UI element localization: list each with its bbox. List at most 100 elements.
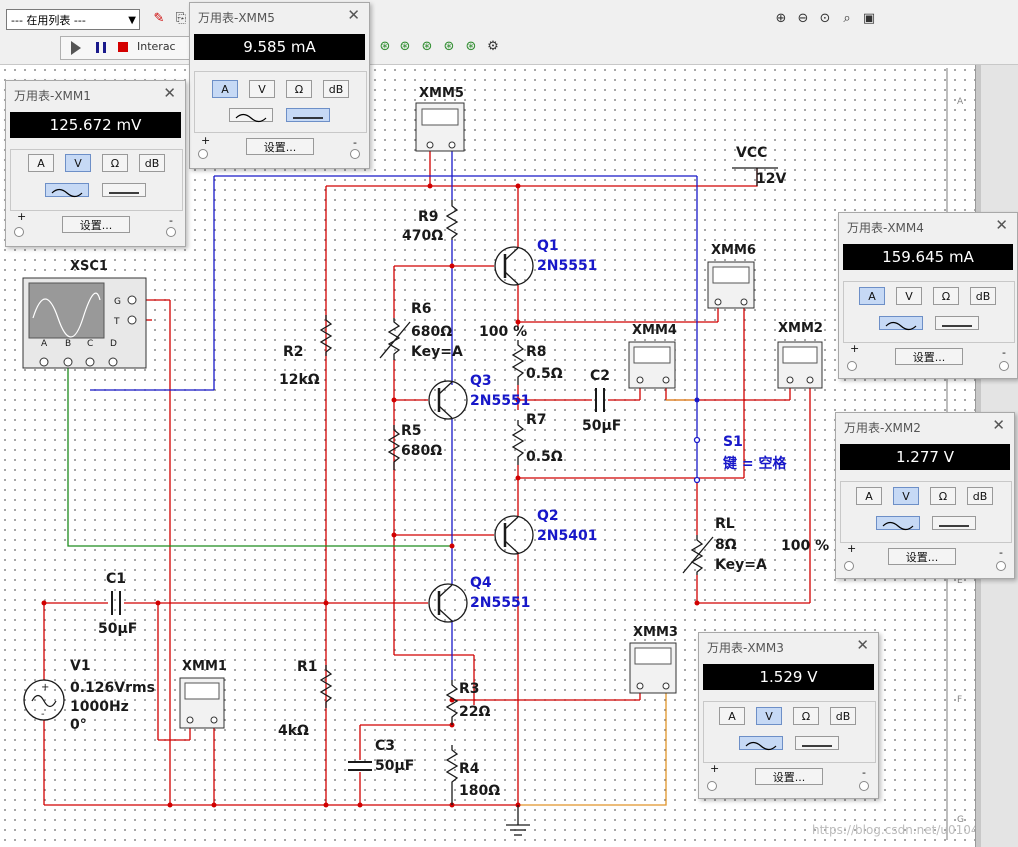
- dc-mode-button[interactable]: [286, 108, 330, 122]
- mode-ammeter-button[interactable]: A: [719, 707, 745, 725]
- meter-window-xmm5[interactable]: 万用表-XMM5 ✕ 9.585 mA A V Ω dB + - 设置...: [189, 2, 370, 169]
- dc-mode-button[interactable]: [102, 183, 146, 197]
- sine-wave-icon: [882, 521, 914, 531]
- sine-wave-icon: [745, 741, 777, 751]
- mode-db-button[interactable]: dB: [967, 487, 993, 505]
- mode-ohmmeter-button[interactable]: Ω: [930, 487, 956, 505]
- mode-db-button[interactable]: dB: [139, 154, 165, 172]
- mode-ohmmeter-button[interactable]: Ω: [102, 154, 128, 172]
- mode-ohmmeter-button[interactable]: Ω: [793, 707, 819, 725]
- transistor-q2-body: [494, 515, 534, 555]
- plus-terminal-label: +: [201, 134, 211, 147]
- transistor-q2: [494, 515, 534, 555]
- junction: [41, 600, 47, 606]
- xmm3-symbol[interactable]: [629, 642, 677, 694]
- plus-terminal[interactable]: [198, 149, 208, 159]
- mode-voltmeter-button[interactable]: V: [893, 487, 919, 505]
- mode-ammeter-button[interactable]: A: [859, 287, 885, 305]
- label-v1-amplitude: 0.126Vrms: [70, 680, 155, 696]
- dc-mode-button[interactable]: [932, 516, 976, 530]
- minus-terminal[interactable]: [859, 781, 869, 791]
- close-icon[interactable]: ✕: [995, 216, 1008, 234]
- minus-terminal[interactable]: [999, 361, 1009, 371]
- junction: [211, 802, 217, 808]
- scope-terminal-d: D: [110, 339, 117, 349]
- settings-button[interactable]: 设置...: [888, 548, 956, 565]
- plus-terminal[interactable]: [844, 561, 854, 571]
- meter-window-title: 万用表-XMM2: [844, 421, 921, 435]
- minus-terminal[interactable]: [996, 561, 1006, 571]
- ac-mode-button[interactable]: [879, 316, 923, 331]
- meter-window-xmm1[interactable]: 万用表-XMM1 ✕ 125.672 mV A V Ω dB + - 设置...: [5, 80, 186, 247]
- xmm5-symbol[interactable]: [415, 102, 465, 152]
- meter-window-title: 万用表-XMM1: [14, 89, 91, 103]
- label-r5: R5: [401, 423, 422, 439]
- label-r9-value: 470Ω: [402, 228, 443, 244]
- ac-mode-button[interactable]: [876, 516, 920, 531]
- mode-voltmeter-button[interactable]: V: [756, 707, 782, 725]
- settings-button[interactable]: 设置...: [755, 768, 823, 785]
- junctions: [41, 183, 700, 808]
- sheet-margin-a: A: [957, 97, 964, 107]
- settings-button[interactable]: 设置...: [62, 216, 130, 233]
- label-q4-type: 2N5551: [470, 595, 530, 611]
- mode-voltmeter-button[interactable]: V: [249, 80, 275, 98]
- label-q1-type: 2N5551: [537, 258, 597, 274]
- mode-ohmmeter-button[interactable]: Ω: [933, 287, 959, 305]
- close-icon[interactable]: ✕: [856, 636, 869, 654]
- ac-source-v1: + -: [23, 679, 65, 721]
- meter-window-xmm3[interactable]: 万用表-XMM3 ✕ 1.529 V A V Ω dB + - 设置...: [698, 632, 879, 799]
- scope-terminal-c: C: [87, 339, 93, 349]
- oscilloscope-xsc1-symbol[interactable]: [22, 277, 147, 369]
- meter-window-title: 万用表-XMM3: [707, 641, 784, 655]
- mode-ohmmeter-button[interactable]: Ω: [286, 80, 312, 98]
- plus-terminal-label: +: [850, 342, 860, 355]
- label-r1-value: 4kΩ: [278, 723, 309, 739]
- plus-terminal[interactable]: [847, 361, 857, 371]
- minus-terminal[interactable]: [350, 149, 360, 159]
- mode-voltmeter-button[interactable]: V: [896, 287, 922, 305]
- dc-mode-button[interactable]: [935, 316, 979, 330]
- xmm4-symbol[interactable]: [628, 341, 676, 389]
- resistor-r6: [387, 318, 401, 360]
- scope-terminal-a: A: [41, 339, 48, 349]
- meter-window-xmm4[interactable]: 万用表-XMM4 ✕ 159.645 mA A V Ω dB + - 设置...: [838, 212, 1018, 379]
- close-icon[interactable]: ✕: [347, 6, 360, 24]
- mode-voltmeter-button[interactable]: V: [65, 154, 91, 172]
- ac-mode-button[interactable]: [739, 736, 783, 751]
- mode-db-button[interactable]: dB: [970, 287, 996, 305]
- label-xmm4: XMM4: [632, 323, 677, 338]
- xmm2-symbol[interactable]: [777, 341, 823, 389]
- mode-ammeter-button[interactable]: A: [212, 80, 238, 98]
- junction: [515, 183, 521, 189]
- minus-terminal-label: -: [353, 136, 357, 149]
- dc-mode-button[interactable]: [795, 736, 839, 750]
- ac-mode-button[interactable]: [229, 108, 273, 123]
- plus-terminal[interactable]: [14, 227, 24, 237]
- label-s1-key: 键 = 空格: [722, 455, 787, 472]
- label-r3-value: 22Ω: [459, 704, 490, 720]
- settings-button[interactable]: 设置...: [246, 138, 314, 155]
- resistor-r9: [445, 200, 459, 240]
- label-v1-frequency: 1000Hz: [70, 699, 129, 715]
- plus-terminal[interactable]: [707, 781, 717, 791]
- mode-ammeter-button[interactable]: A: [856, 487, 882, 505]
- transistor-q3-collector: [438, 381, 453, 395]
- mode-db-button[interactable]: dB: [323, 80, 349, 98]
- transistor-q3: [428, 380, 468, 420]
- resistor-r8: [511, 340, 525, 385]
- ac-mode-button[interactable]: [45, 183, 89, 198]
- close-icon[interactable]: ✕: [992, 416, 1005, 434]
- xmm6-symbol[interactable]: [707, 261, 755, 309]
- settings-button[interactable]: 设置...: [895, 348, 963, 365]
- mode-ammeter-button[interactable]: A: [28, 154, 54, 172]
- label-r2-value: 12kΩ: [279, 372, 320, 388]
- close-icon[interactable]: ✕: [163, 84, 176, 102]
- potentiometer-arrow-rl: [682, 536, 714, 574]
- wire-vcc-top: [429, 148, 758, 187]
- label-r4: R4: [459, 761, 480, 777]
- minus-terminal[interactable]: [166, 227, 176, 237]
- mode-db-button[interactable]: dB: [830, 707, 856, 725]
- meter-window-xmm2[interactable]: 万用表-XMM2 ✕ 1.277 V A V Ω dB + - 设置...: [835, 412, 1015, 579]
- xmm1-symbol[interactable]: [179, 677, 225, 729]
